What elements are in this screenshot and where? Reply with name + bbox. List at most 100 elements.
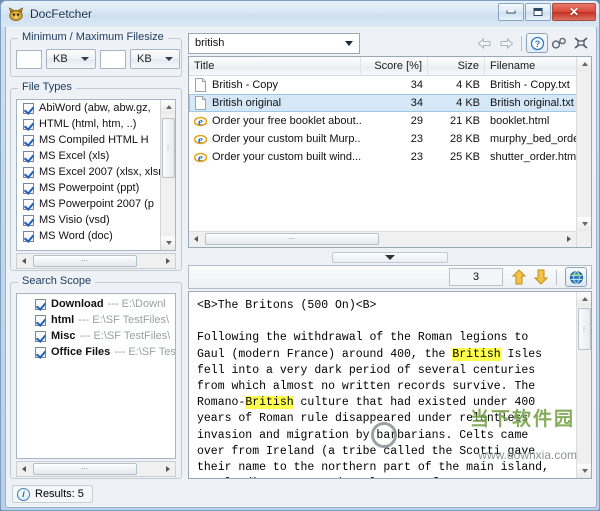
scroll-up-button[interactable] xyxy=(161,100,175,114)
forward-button[interactable] xyxy=(495,33,517,53)
svg-text:?: ? xyxy=(534,39,540,49)
list-item[interactable]: MS Visio (vsd) xyxy=(17,212,175,228)
preview-line: Gaul (modern France) around 400, the Bri… xyxy=(197,347,567,363)
list-item[interactable]: MS Powerpoint (ppt) xyxy=(17,180,175,196)
back-button[interactable] xyxy=(473,33,495,53)
column-header-size[interactable]: Size xyxy=(428,57,485,75)
results-horizontal-scrollbar[interactable]: ⋯ xyxy=(189,231,576,247)
scroll-left-button[interactable] xyxy=(189,232,203,246)
list-item[interactable]: MS Powerpoint 2007 (p xyxy=(17,196,175,212)
close-button[interactable]: ✕ xyxy=(552,3,596,21)
preview-vertical-scrollbar[interactable]: ⋮ xyxy=(576,292,591,478)
scroll-right-button[interactable] xyxy=(562,232,576,246)
chevron-down-icon xyxy=(81,57,89,61)
scroll-right-button[interactable] xyxy=(161,254,175,268)
ie-html-icon: e xyxy=(193,134,208,146)
scroll-right-button[interactable] xyxy=(161,462,175,476)
scrollbar-thumb[interactable]: ⋯ xyxy=(205,233,379,245)
preview-text-segment: Isles xyxy=(500,347,543,361)
list-item[interactable]: AbiWord (abw, abw.gz, xyxy=(17,100,175,116)
list-item[interactable]: Office Files --- E:\SF Tes xyxy=(17,344,175,360)
checkbox[interactable] xyxy=(23,182,34,194)
scroll-left-button[interactable] xyxy=(17,254,31,268)
list-item-label: MS Powerpoint (ppt) xyxy=(39,182,140,194)
results-vertical-scrollbar[interactable] xyxy=(576,57,591,247)
file-types-vertical-scrollbar[interactable]: ⋮ xyxy=(160,100,175,250)
list-item[interactable]: MS Excel (xls) xyxy=(17,148,175,164)
open-index-button[interactable] xyxy=(548,33,570,53)
status-bar: i Results: 5 xyxy=(6,481,596,507)
list-item[interactable]: HTML (html, htm, ..) xyxy=(17,116,175,132)
cell-score: 34 xyxy=(410,97,423,109)
table-row[interactable]: e Order your free booklet about... 29 21 KB… xyxy=(189,112,591,130)
list-item[interactable]: MS Excel 2007 (xlsx, xlsr xyxy=(17,164,175,180)
filesize-controls: KB KB xyxy=(16,49,180,69)
search-input[interactable]: british xyxy=(188,32,360,54)
open-in-browser-button[interactable] xyxy=(565,267,587,287)
client-area: Minimum / Maximum Filesize KB KB File Ty… xyxy=(5,27,597,508)
search-scope-horizontal-scrollbar[interactable]: ⋯ xyxy=(16,461,176,477)
preview-pane[interactable]: <B>The Britons (500 On)<B> Following the… xyxy=(188,291,592,479)
checkbox[interactable] xyxy=(35,314,46,326)
collapse-button[interactable] xyxy=(570,33,592,53)
table-row[interactable]: e Order your custom built wind... 23 25 KB s… xyxy=(189,148,591,166)
list-item-label: MS Excel (xls) xyxy=(39,150,110,162)
chevron-down-icon[interactable] xyxy=(345,41,353,46)
scroll-down-button[interactable] xyxy=(577,217,591,231)
list-item[interactable]: MS Compiled HTML H xyxy=(17,132,175,148)
scrollbar-thumb[interactable]: ⋯ xyxy=(33,255,137,267)
results-table[interactable]: Title Score [%] Size Filename British - … xyxy=(188,56,592,248)
checkbox[interactable] xyxy=(35,330,46,342)
scroll-up-button[interactable] xyxy=(577,292,591,306)
column-header-title[interactable]: Title xyxy=(189,57,361,75)
next-occurrence-button[interactable] xyxy=(530,267,552,287)
checkbox[interactable] xyxy=(23,198,34,210)
list-item[interactable]: Download --- E:\Downl xyxy=(17,296,175,312)
scroll-down-button[interactable] xyxy=(161,236,175,250)
table-row[interactable]: British - Copy 34 4 KB British - Copy.txt xyxy=(189,76,591,94)
scrollbar-thumb[interactable]: ⋮ xyxy=(578,308,591,350)
table-row[interactable]: British original 34 4 KB British original.t… xyxy=(189,94,591,112)
list-item[interactable]: Misc --- E:\SF TestFiles\ xyxy=(17,328,175,344)
arrow-left-icon xyxy=(22,466,26,472)
preview-line: their name to the northern part of the m… xyxy=(197,460,567,476)
file-types-list[interactable]: AbiWord (abw, abw.gz, HTML (html, htm, ..… xyxy=(16,99,176,251)
checkbox[interactable] xyxy=(23,166,34,178)
checkbox[interactable] xyxy=(23,150,34,162)
previous-occurrence-button[interactable] xyxy=(508,267,530,287)
file-types-horizontal-scrollbar[interactable]: ⋯ xyxy=(16,253,176,269)
list-item[interactable]: html --- E:\SF TestFiles\ xyxy=(17,312,175,328)
min-filesize-unit-select[interactable]: KB xyxy=(46,49,96,69)
checkbox[interactable] xyxy=(23,134,34,146)
scrollbar-thumb[interactable]: ⋮ xyxy=(162,118,175,178)
preview-text-segment: their name to the northern part of the m… xyxy=(197,461,549,475)
minimize-button[interactable] xyxy=(498,3,524,21)
list-item-label: AbiWord (abw, abw.gz, xyxy=(39,102,151,114)
table-row[interactable]: e Order your custom built Murp... 23 28 KB m… xyxy=(189,130,591,148)
list-item[interactable]: MS Word (doc) xyxy=(17,228,175,244)
checkbox[interactable] xyxy=(23,214,34,226)
scroll-up-button[interactable] xyxy=(577,57,591,71)
maximize-button[interactable] xyxy=(525,3,551,21)
scroll-down-button[interactable] xyxy=(577,464,591,478)
arrow-up-icon xyxy=(165,105,172,109)
splitter-handle[interactable] xyxy=(332,252,448,263)
preview-text-segment: invasion and migration by barbarians. Ce… xyxy=(197,428,529,442)
max-unit-label: KB xyxy=(137,53,152,65)
max-filesize-unit-select[interactable]: KB xyxy=(130,49,180,69)
max-filesize-input[interactable] xyxy=(100,49,126,69)
help-button[interactable]: ? xyxy=(526,33,548,53)
checkbox[interactable] xyxy=(35,298,46,310)
ie-html-icon: e xyxy=(193,114,208,128)
min-filesize-input[interactable] xyxy=(16,49,42,69)
search-scope-group: Search Scope Download --- E:\Downl html ---… xyxy=(10,275,182,479)
scroll-left-button[interactable] xyxy=(17,462,31,476)
checkbox[interactable] xyxy=(35,346,46,358)
checkbox[interactable] xyxy=(23,118,34,130)
checkbox[interactable] xyxy=(23,230,34,242)
scrollbar-thumb[interactable]: ⋯ xyxy=(33,463,137,475)
panel-splitter[interactable] xyxy=(188,250,592,264)
checkbox[interactable] xyxy=(23,102,34,114)
column-header-score[interactable]: Score [%] xyxy=(361,57,428,75)
search-scope-list[interactable]: Download --- E:\Downl html --- E:\SF TestFi… xyxy=(16,293,176,459)
